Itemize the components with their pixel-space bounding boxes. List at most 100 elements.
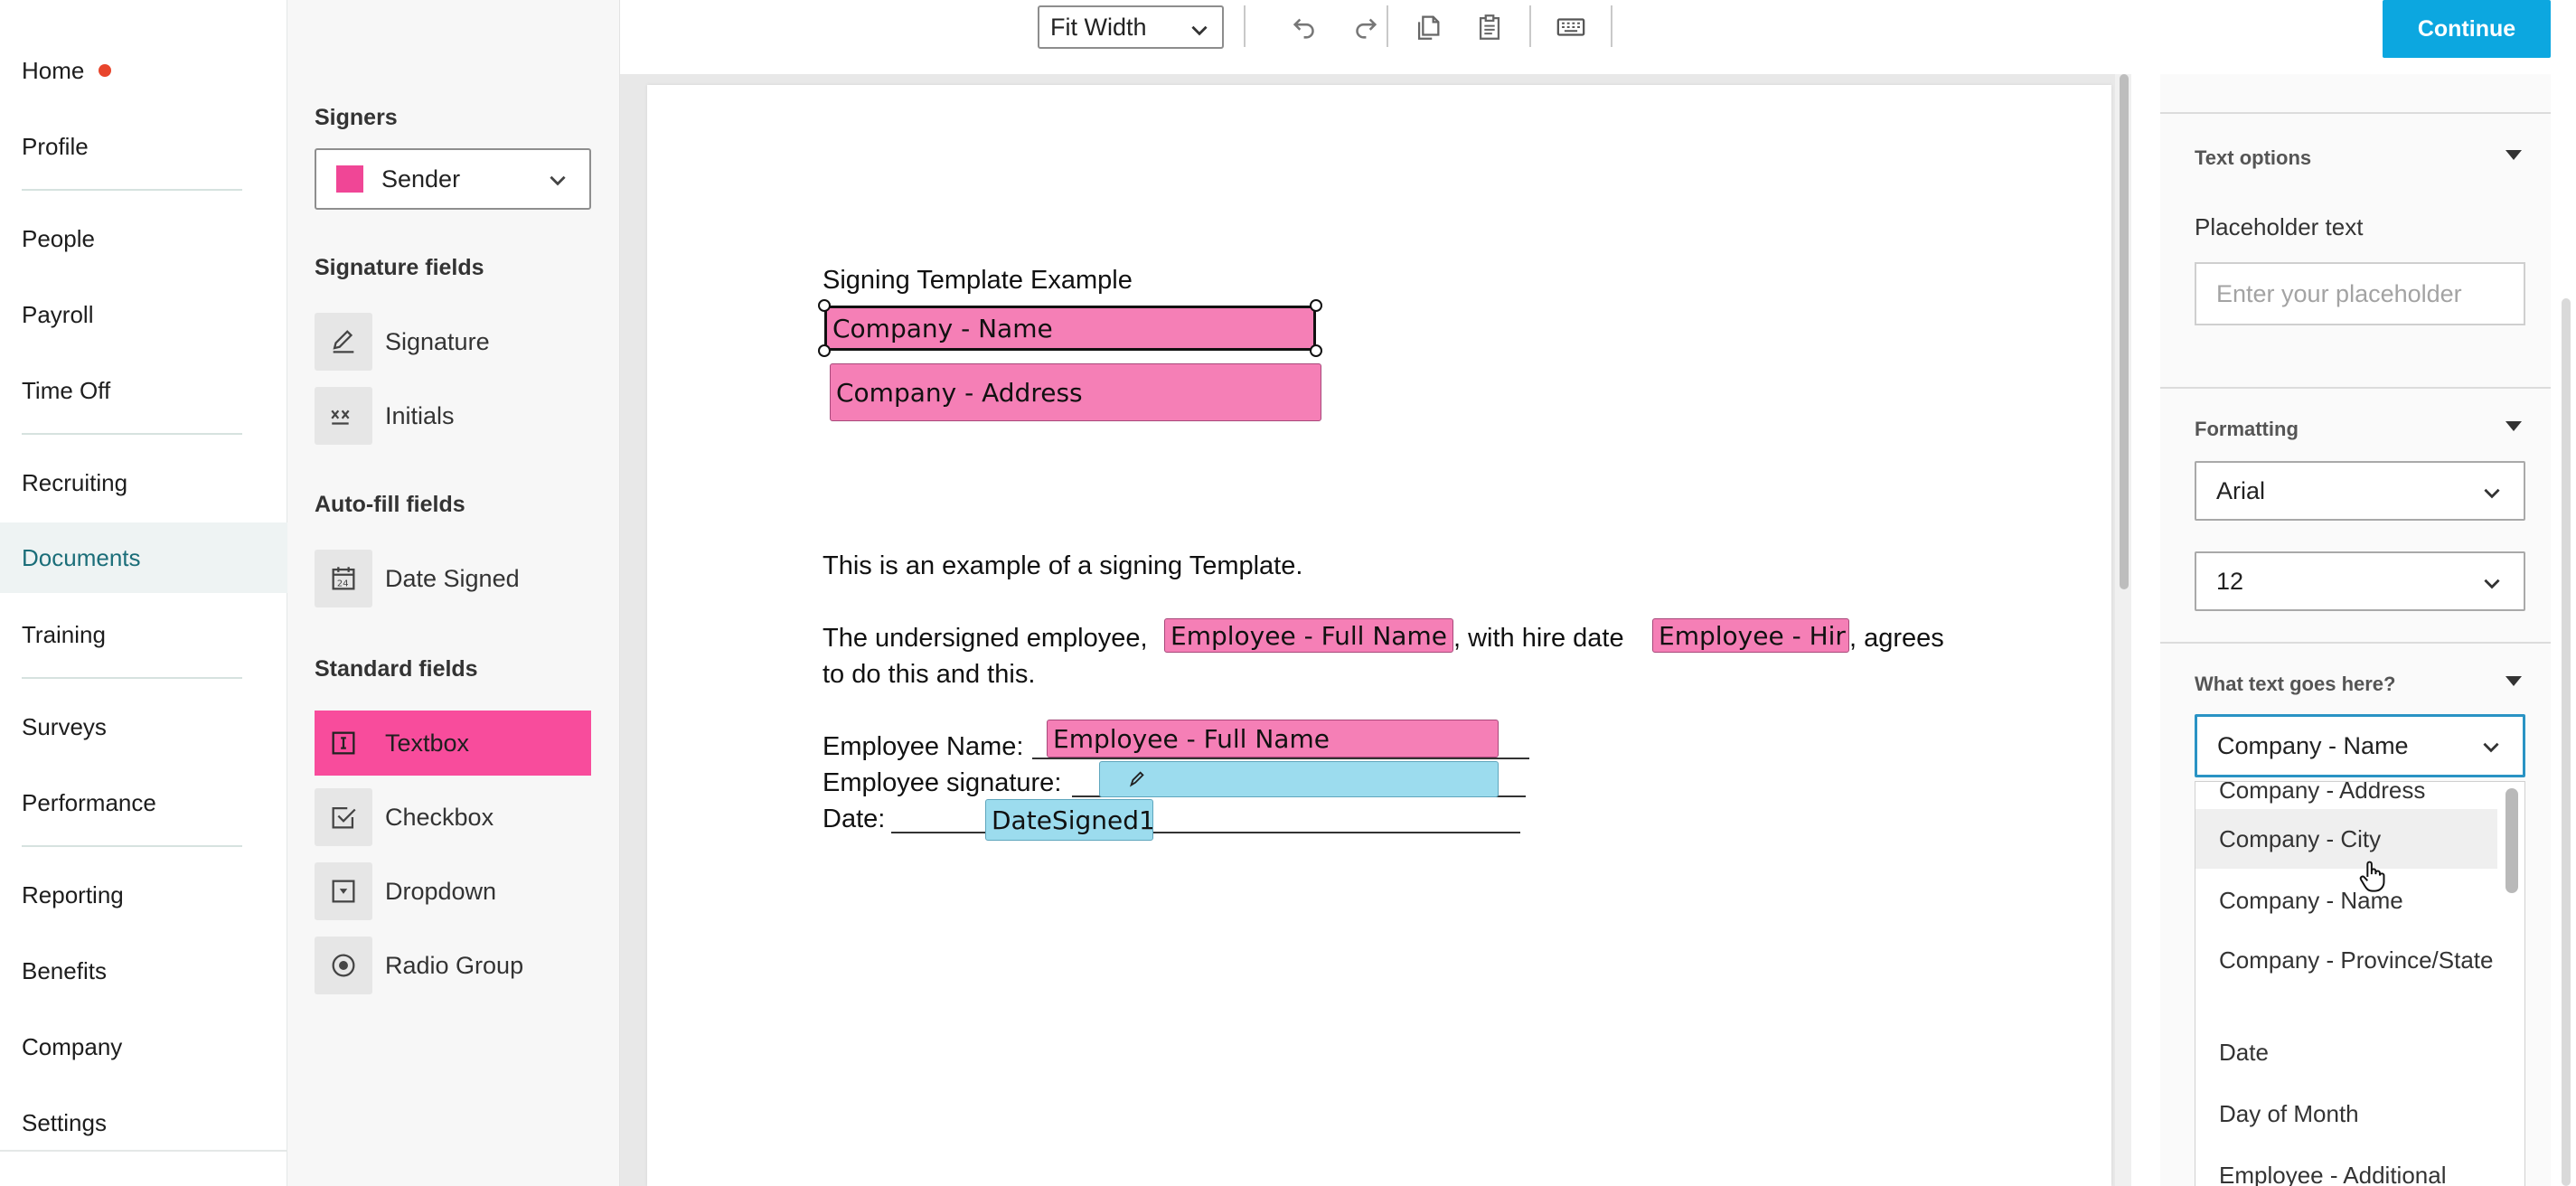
- signature-line: [1032, 758, 1529, 759]
- what-text-select[interactable]: Company - Name: [2195, 714, 2525, 777]
- field-checkbox[interactable]: Checkbox: [315, 785, 591, 850]
- document-page: Signing Template Example Company - Name …: [647, 85, 2111, 1186]
- nav-item-label: Surveys: [22, 712, 107, 740]
- field-radio-group[interactable]: Radio Group: [315, 933, 591, 998]
- formatting-title: Formatting: [2195, 418, 2299, 440]
- field-label: Textbox: [385, 729, 470, 757]
- nav-divider: [22, 845, 242, 847]
- nav-item-label: Profile: [22, 132, 89, 160]
- what-text-title: What text goes here?: [2195, 673, 2396, 695]
- keyboard-shortcuts-button[interactable]: [1551, 7, 1591, 47]
- nav-item-home[interactable]: Home: [0, 35, 287, 106]
- toolbar-divider: [1387, 5, 1388, 47]
- checkbox-icon: [315, 788, 372, 846]
- notification-dot: [99, 64, 112, 77]
- autofill-fields-title: Auto-fill fields: [315, 492, 465, 517]
- nav-item-benefits[interactable]: Benefits: [0, 936, 287, 1006]
- panel-divider: [2160, 387, 2551, 389]
- doc-field-company-name[interactable]: Company - Name: [824, 306, 1316, 351]
- resize-handle[interactable]: [818, 299, 831, 312]
- dropdown-icon: [315, 862, 372, 920]
- doc-field-employee-signature[interactable]: [1099, 761, 1499, 797]
- nav-item-reporting[interactable]: Reporting: [0, 860, 287, 930]
- chevron-down-icon: [546, 168, 569, 198]
- collapse-caret-icon[interactable]: [2505, 676, 2522, 686]
- zoom-select[interactable]: Fit Width: [1038, 5, 1224, 49]
- font-size-select[interactable]: 12: [2195, 551, 2525, 611]
- svg-text:24: 24: [337, 579, 349, 589]
- field-textbox[interactable]: Textbox: [315, 711, 591, 776]
- doc-label-employee-name: Employee Name:: [823, 732, 1024, 761]
- copy-button[interactable]: [1408, 7, 1448, 47]
- dropdown-option[interactable]: Date: [2195, 1039, 2497, 1069]
- dropdown-option[interactable]: Employee - Additional: [2195, 1162, 2497, 1186]
- field-dropdown[interactable]: Dropdown: [315, 859, 591, 924]
- nav-item-payroll[interactable]: Payroll: [0, 279, 287, 350]
- font-select[interactable]: Arial: [2195, 461, 2525, 521]
- nav-item-documents[interactable]: Documents: [0, 522, 287, 593]
- nav-item-company[interactable]: Company: [0, 1012, 287, 1082]
- nav-item-training[interactable]: Training: [0, 599, 287, 670]
- collapse-caret-icon[interactable]: [2505, 421, 2522, 431]
- doc-field-employee-name[interactable]: Employee - Full Name: [1047, 720, 1499, 758]
- undo-button[interactable]: [1285, 7, 1325, 47]
- fields-panel: Signers Sender Signature fields Signatur…: [287, 0, 620, 1186]
- panel-divider: [2160, 112, 2551, 114]
- nav-item-people[interactable]: People: [0, 203, 287, 274]
- nav-item-label: Company: [22, 1032, 123, 1060]
- nav-item-performance[interactable]: Performance: [0, 767, 287, 838]
- doc-field-employee-hire-date[interactable]: Employee - Hir: [1652, 618, 1849, 653]
- main-nav: Home Profile People Payroll Time Off Rec…: [0, 0, 287, 1186]
- signer-select-value: Sender: [381, 165, 461, 193]
- chevron-down-icon: [2479, 735, 2503, 765]
- text-options-title: Text options: [2195, 146, 2312, 169]
- field-initials[interactable]: Initials: [315, 383, 591, 448]
- field-signature[interactable]: Signature: [315, 309, 591, 374]
- calendar-icon: 24: [315, 550, 372, 607]
- doc-paragraph-end: , agrees: [1849, 624, 1944, 653]
- placeholder-label: Placeholder text: [2195, 213, 2364, 240]
- dropdown-option[interactable]: Company - City: [2195, 809, 2497, 869]
- field-label: Signature: [385, 327, 490, 355]
- nav-item-recruiting[interactable]: Recruiting: [0, 447, 287, 518]
- doc-paragraph: This is an example of a signing Template…: [823, 551, 1303, 580]
- nav-item-profile[interactable]: Profile: [0, 111, 287, 182]
- dropdown-option[interactable]: Company - Name: [2195, 871, 2497, 930]
- toolbar-divider: [1529, 5, 1531, 47]
- dropdown-scrollbar-thumb[interactable]: [2505, 788, 2518, 893]
- redo-button[interactable]: [1345, 7, 1385, 47]
- doc-field-company-address[interactable]: Company - Address: [830, 363, 1321, 421]
- signer-color-swatch: [336, 165, 363, 193]
- signer-select[interactable]: Sender: [315, 148, 591, 210]
- page-scrollbar-thumb[interactable]: [2562, 298, 2571, 1186]
- dropdown-option[interactable]: Company - Province/State: [2195, 946, 2497, 1010]
- signers-title: Signers: [315, 105, 398, 130]
- doc-paragraph-start: The undersigned employee,: [823, 624, 1148, 653]
- doc-title: Signing Template Example: [823, 266, 1133, 295]
- field-date-signed[interactable]: 24 Date Signed: [315, 546, 591, 611]
- font-select-value: Arial: [2216, 476, 2266, 504]
- hand-cursor-icon: [2359, 861, 2385, 892]
- paste-button[interactable]: [1470, 7, 1509, 47]
- resize-handle[interactable]: [818, 344, 831, 357]
- document-scrollbar-thumb[interactable]: [2120, 74, 2129, 589]
- editor-toolbar: Fit Width: [620, 0, 2160, 74]
- doc-field-employee-full-name[interactable]: Employee - Full Name: [1164, 618, 1453, 653]
- nav-item-label: Performance: [22, 788, 156, 816]
- dropdown-option[interactable]: Day of Month: [2195, 1100, 2497, 1131]
- nav-divider: [22, 189, 242, 191]
- chevron-down-icon: [2480, 571, 2504, 601]
- placeholder-input[interactable]: Enter your placeholder: [2195, 262, 2525, 325]
- resize-handle[interactable]: [1310, 299, 1322, 312]
- doc-field-date-signed[interactable]: DateSigned1: [985, 799, 1153, 841]
- toolbar-divider: [1244, 5, 1246, 47]
- nav-item-settings[interactable]: Settings: [0, 1087, 287, 1158]
- collapse-caret-icon[interactable]: [2505, 150, 2522, 160]
- resize-handle[interactable]: [1310, 344, 1322, 357]
- nav-item-time-off[interactable]: Time Off: [0, 355, 287, 426]
- doc-paragraph-line2: to do this and this.: [823, 660, 1036, 689]
- nav-item-surveys[interactable]: Surveys: [0, 692, 287, 762]
- zoom-select-value: Fit Width: [1050, 13, 1147, 41]
- dropdown-option[interactable]: Company - Address: [2195, 782, 2497, 804]
- continue-button[interactable]: Continue: [2383, 0, 2551, 58]
